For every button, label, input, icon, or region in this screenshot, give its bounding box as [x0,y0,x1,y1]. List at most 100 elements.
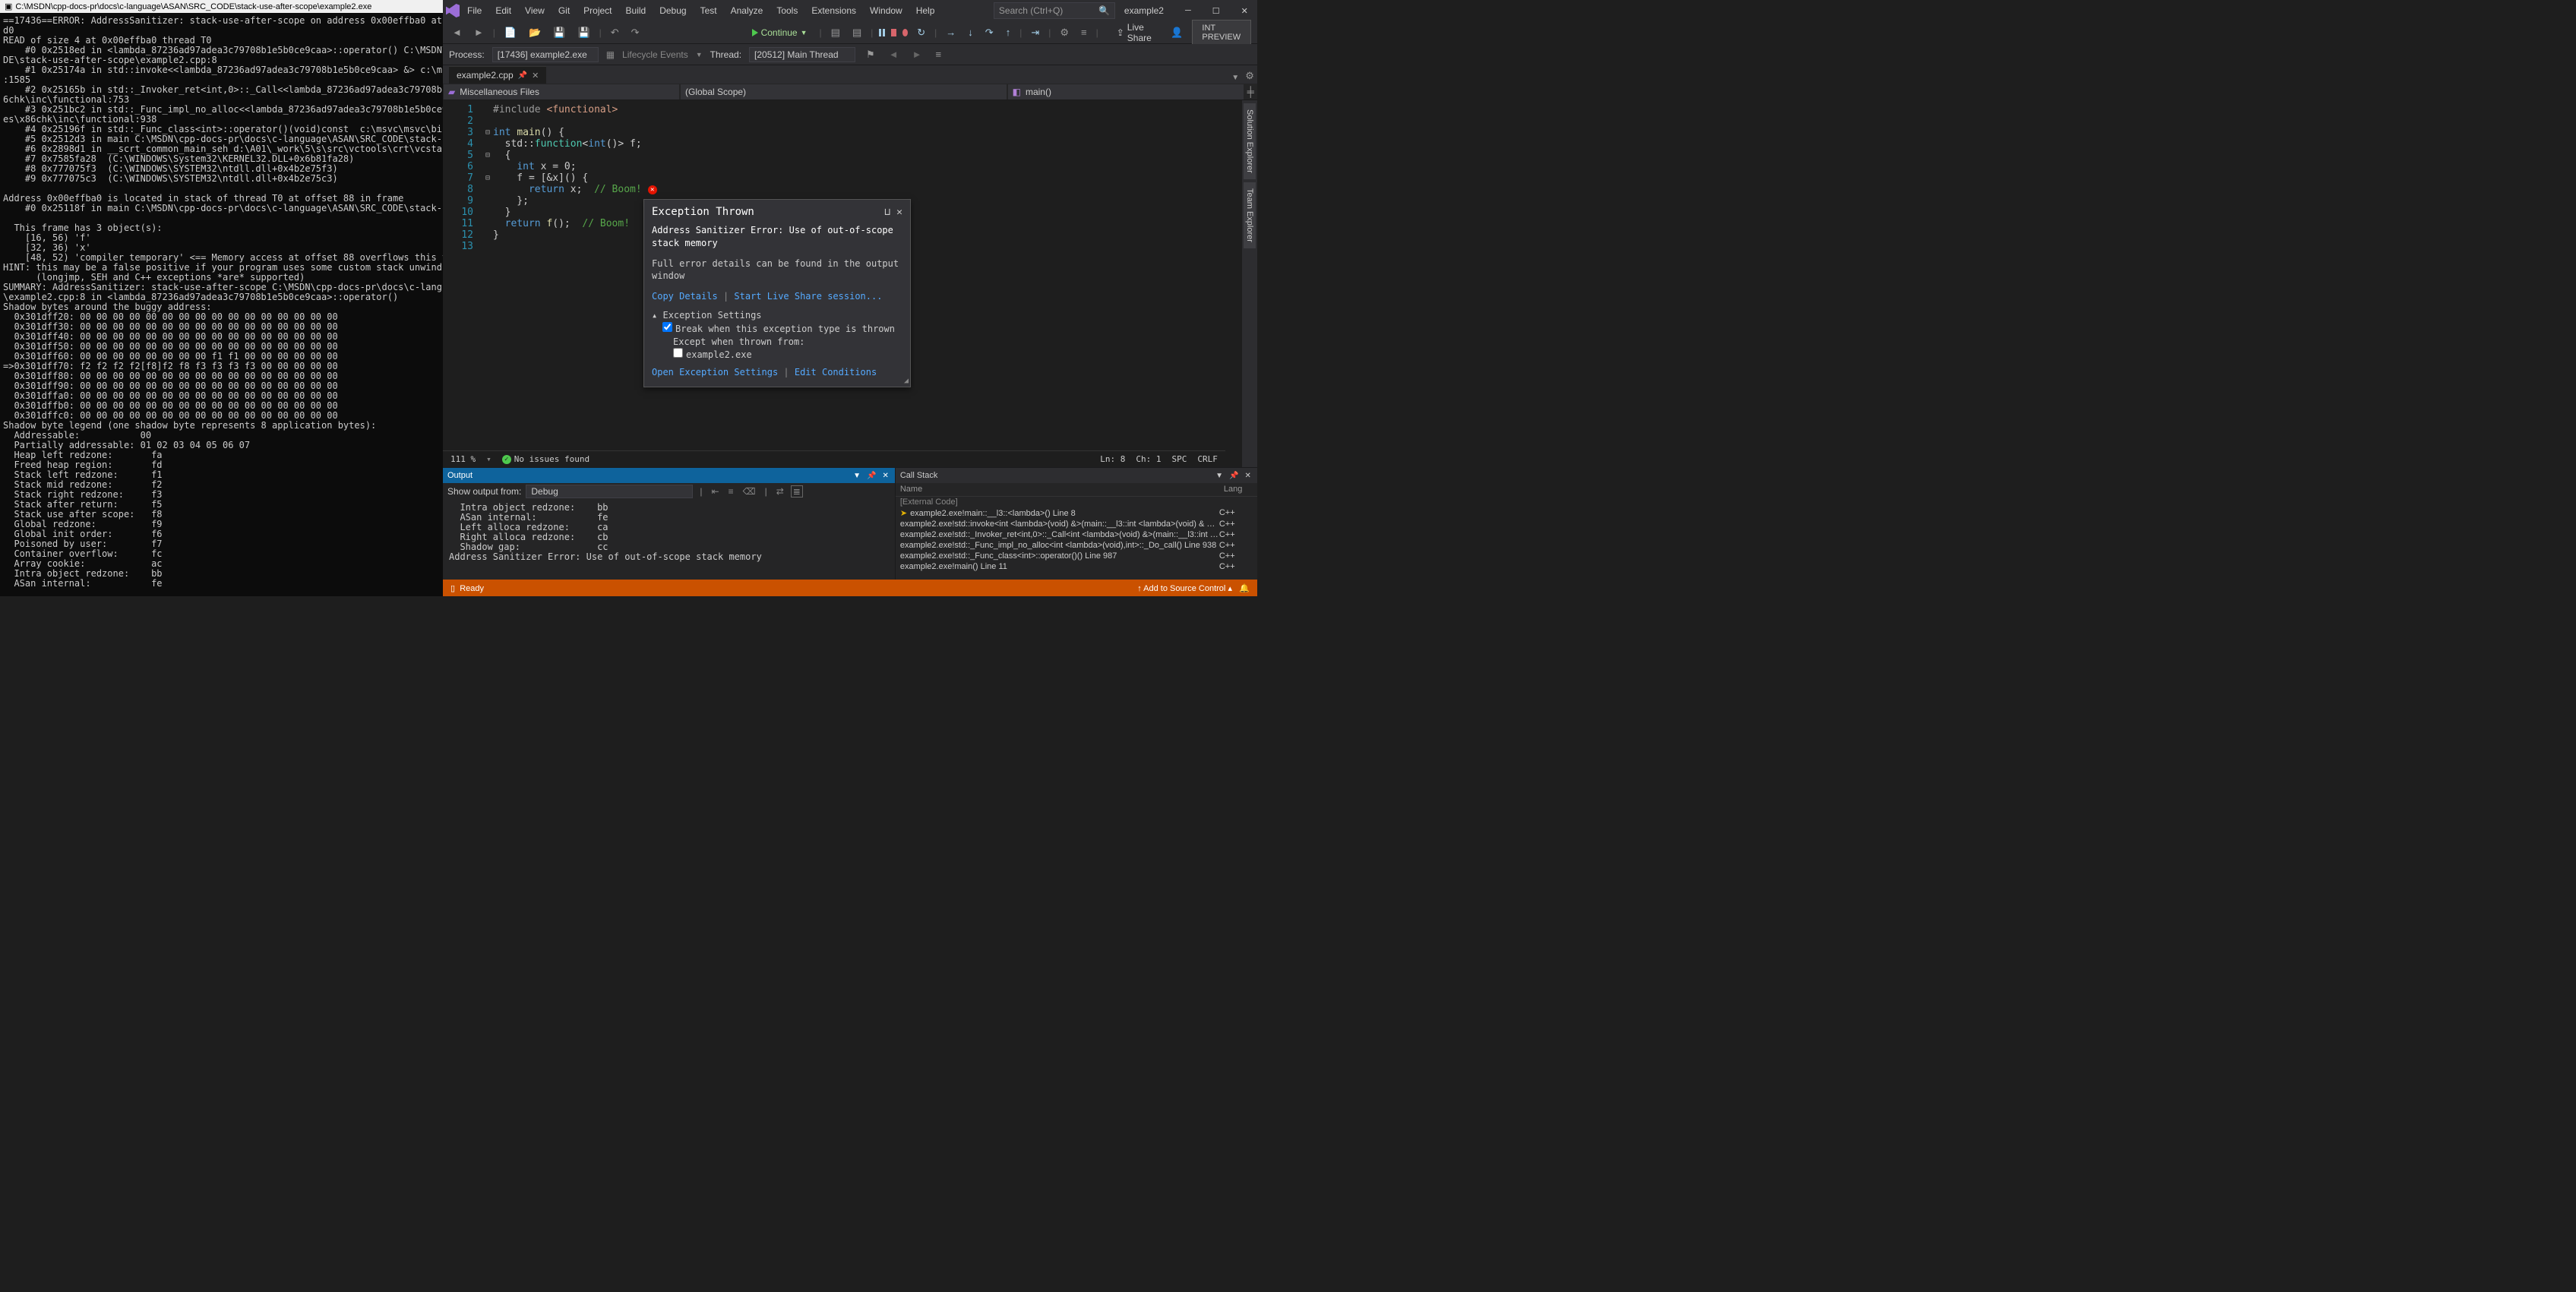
intpreview-badge[interactable]: INT PREVIEW [1192,20,1250,46]
popup-pin-icon[interactable]: ⊔ [884,207,890,218]
menu-view[interactable]: View [519,2,551,19]
run-to-icon[interactable]: ⇥ [1028,25,1042,40]
code-editor[interactable]: 1 2 3 4 5 6 7 8 9 10 11 12 13 ⊟ ⊟ ⊟ #i [443,100,1242,467]
menu-help[interactable]: Help [910,2,941,19]
output-header[interactable]: Output ▼ 📌 ✕ [443,468,895,483]
menu-edit[interactable]: Edit [489,2,517,19]
stop-icon[interactable] [891,29,896,36]
notification-icon[interactable]: 🔔 [1239,584,1250,593]
panel-dropdown-icon[interactable]: ▼ [852,472,862,480]
split-icon[interactable]: ╪ [1244,86,1257,97]
menu-build[interactable]: Build [620,2,653,19]
issues-indicator[interactable]: ✓ No issues found [502,454,589,464]
outline-toggle-icon[interactable]: ⊟ [485,151,490,160]
edit-conditions-link[interactable]: Edit Conditions [795,367,877,377]
callstack-row[interactable]: [External Code] [896,497,1257,507]
open-icon[interactable]: 📂 [526,25,544,40]
callstack-row[interactable]: example2.exe!main() Line 11C++ [896,561,1257,572]
resize-grip-icon[interactable]: ◢ [904,377,909,385]
menu-window[interactable]: Window [864,2,909,19]
add-source-control[interactable]: Add to Source Control [1143,584,1225,593]
example2-checkbox[interactable]: example2.exe [673,349,752,360]
callstack-row[interactable]: ➤example2.exe!main::__l3::<lambda>() Lin… [896,507,1257,519]
start-liveshare-link[interactable]: Start Live Share session... [734,291,882,302]
lifecycle-label[interactable]: Lifecycle Events [622,49,688,60]
spaces-indicator[interactable]: SPC [1171,454,1187,464]
menu-git[interactable]: Git [552,2,576,19]
menu-file[interactable]: File [461,2,488,19]
goto-icon[interactable]: ≡ [726,486,736,497]
callstack-row[interactable]: example2.exe!std::_Func_impl_no_alloc<in… [896,540,1257,551]
menu-debug[interactable]: Debug [653,2,692,19]
open-exception-settings-link[interactable]: Open Exception Settings [652,367,778,377]
restart-icon[interactable]: ↻ [914,25,928,40]
panel-pin-icon[interactable]: 📌 [865,472,877,480]
callstack-row[interactable]: example2.exe!std::invoke<int <lambda>(vo… [896,519,1257,529]
callstack-row[interactable]: example2.exe!std::_Func_class<int>::oper… [896,551,1257,561]
thread-dropdown[interactable]: [20512] Main Thread [749,47,855,62]
window-close-icon[interactable]: ✕ [1235,3,1254,19]
stack-icon[interactable]: ≡ [1078,25,1090,39]
console-titlebar[interactable]: ▣ C:\MSDN\cpp-docs-pr\docs\c-language\AS… [0,0,443,13]
tab-nav-icon[interactable]: ▼ [1228,72,1242,84]
funnel-icon[interactable]: ⚙ [1057,25,1072,40]
solution-explorer-tab[interactable]: Solution Explorer [1244,103,1256,179]
prev-icon[interactable]: ◄ [886,47,902,62]
panel-close-icon[interactable]: ✕ [880,472,890,480]
exception-settings-toggle[interactable]: ▴ Exception Settings [652,309,902,322]
nav-fwd-icon[interactable]: ► [471,25,487,39]
output-content[interactable]: Intra object redzone: bb ASan internal: … [443,500,895,580]
callstack-col-name[interactable]: Name [896,483,1219,496]
menu-test[interactable]: Test [694,2,723,19]
chevron-up-icon[interactable]: ▴ [1228,584,1237,593]
undo-icon[interactable]: ↶ [608,25,622,40]
outline-toggle-icon[interactable]: ⊟ [485,128,490,137]
step-out-icon[interactable]: ↑ [1003,25,1014,39]
code-content[interactable]: #include <functional> int main() { std::… [493,104,657,252]
popup-close-icon[interactable]: ✕ [896,207,902,218]
tab-settings-icon[interactable]: ⚙ [1242,68,1257,84]
pushpin-icon[interactable]: 📌 [518,71,527,80]
function-scope-dropdown[interactable]: ◧ main() [1008,84,1244,100]
stack-frame-icon[interactable]: ≡ [932,47,944,62]
panel-close-icon[interactable]: ✕ [1243,472,1252,480]
menu-extensions[interactable]: Extensions [805,2,862,19]
wordwrap-icon[interactable]: ⇄ [774,486,786,497]
tab-close-icon[interactable]: ✕ [532,71,539,81]
crlf-indicator[interactable]: CRLF [1197,454,1218,464]
screen2-icon[interactable]: ▤ [849,25,864,40]
find-icon[interactable]: ⇤ [710,486,722,497]
output-source-dropdown[interactable]: Debug [526,485,693,498]
clear-icon[interactable]: ⌫ [741,486,758,497]
save-icon[interactable]: 💾 [550,25,568,40]
menu-project[interactable]: Project [577,2,618,19]
callstack-row[interactable]: example2.exe!std::_Invoker_ret<int,0>::_… [896,529,1257,540]
callstack-col-lang[interactable]: Lang [1219,483,1257,496]
liveshare-button[interactable]: ⇪ Live Share [1111,21,1162,45]
next-icon[interactable]: ► [909,47,925,62]
namespace-scope-dropdown[interactable]: (Global Scope) [681,84,1007,100]
outline-toggle-icon[interactable]: ⊟ [485,174,490,182]
editor-tab-active[interactable]: example2.cpp 📌 ✕ [449,66,546,84]
redo-icon[interactable]: ↷ [628,25,643,40]
window-minimize-icon[interactable]: ─ [1179,3,1197,19]
break-when-checkbox[interactable]: Break when this exception type is thrown [662,324,895,334]
error-glyph-icon[interactable]: ✕ [648,185,657,194]
project-scope-dropdown[interactable]: ▰ Miscellaneous Files [444,84,679,100]
step-over-icon[interactable]: ↷ [982,25,997,40]
panel-dropdown-icon[interactable]: ▼ [1214,472,1225,480]
copy-details-link[interactable]: Copy Details [652,291,718,302]
new-icon[interactable]: 📄 [501,25,520,40]
vs-search[interactable]: Search (Ctrl+Q) 🔍 [994,2,1115,19]
screen-icon[interactable]: ▤ [828,25,843,40]
flag-icon[interactable]: ⚑ [863,47,878,62]
saveall-icon[interactable]: 💾 [574,25,593,40]
menu-tools[interactable]: Tools [770,2,804,19]
console-output[interactable]: ==17436==ERROR: AddressSanitizer: stack-… [0,13,443,596]
step-into-icon[interactable]: ↓ [965,25,976,39]
continue-button[interactable]: Continue ▼ [746,26,814,39]
process-dropdown[interactable]: [17436] example2.exe [492,47,599,62]
pause-icon[interactable] [879,29,884,36]
team-explorer-tab[interactable]: Team Explorer [1244,182,1256,248]
listview-icon[interactable]: ≣ [791,485,803,498]
